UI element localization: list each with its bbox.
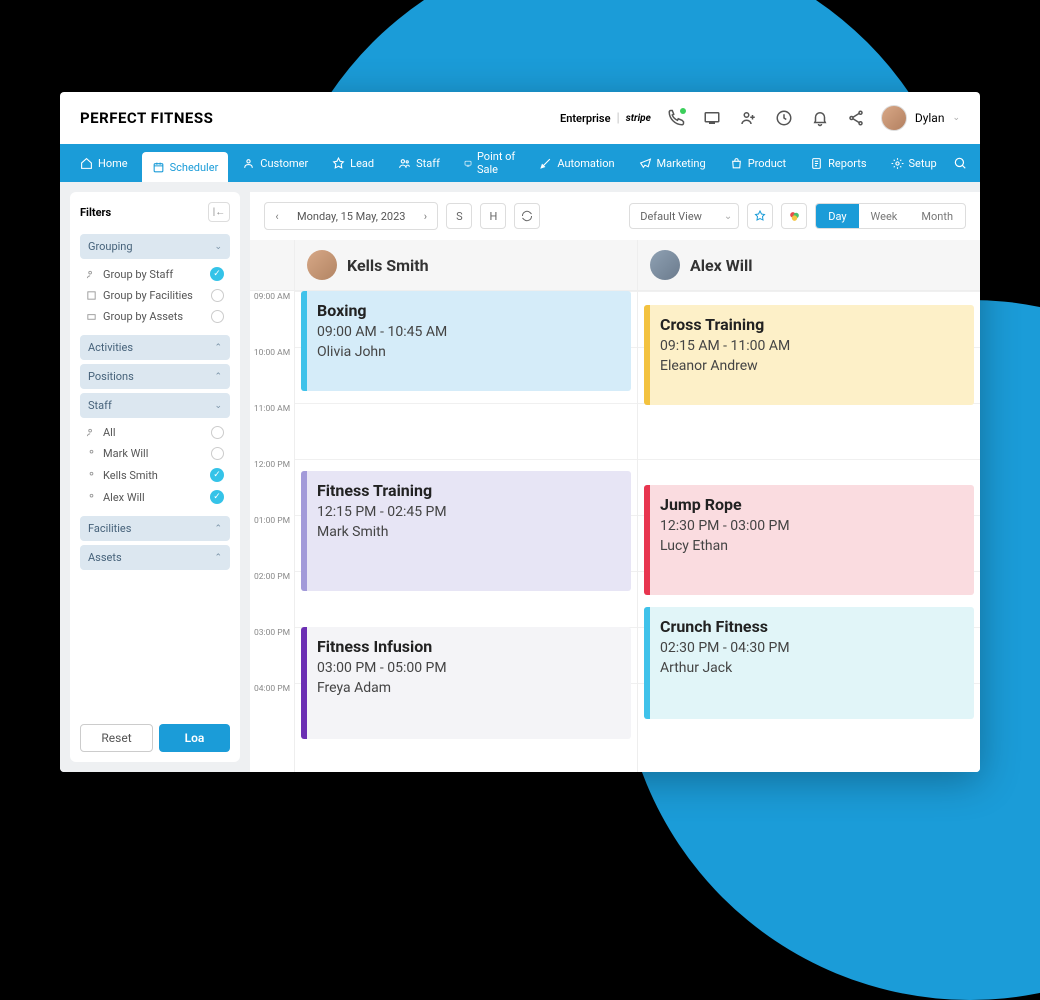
prev-day[interactable]: ‹ xyxy=(265,203,289,229)
time-label: 10:00 AM xyxy=(250,347,294,403)
chevron-up-icon: ⌃ xyxy=(214,553,222,563)
opt-group-assets[interactable]: Group by Assets xyxy=(80,306,230,327)
call-icon[interactable] xyxy=(665,107,687,129)
column-kells: Kells Smith xyxy=(294,240,637,290)
section-grouping[interactable]: Grouping⌄ xyxy=(80,234,230,259)
toolbar: ‹ Monday, 15 May, 2023 › S H Default Vie… xyxy=(250,192,980,240)
chevron-down-icon: ⌄ xyxy=(952,113,960,123)
header: PERFECT FITNESS Enterprise | stripe Dyla… xyxy=(60,92,980,144)
time-label: 04:00 PM xyxy=(250,683,294,739)
day-column-kells: Boxing09:00 AM - 10:45 AMOlivia John Fit… xyxy=(294,291,637,772)
section-positions[interactable]: Positions⌃ xyxy=(80,364,230,389)
day-column-alex: Cross Training09:15 AM - 11:00 AMEleanor… xyxy=(637,291,980,772)
view-select[interactable]: Default View xyxy=(629,203,739,229)
event-fitness-training[interactable]: Fitness Training12:15 PM - 02:45 PMMark … xyxy=(301,471,631,591)
app-window: PERFECT FITNESS Enterprise | stripe Dyla… xyxy=(60,92,980,772)
nav-staff[interactable]: Staff xyxy=(388,144,450,182)
chevron-up-icon: ⌃ xyxy=(214,524,222,534)
time-label: 01:00 PM xyxy=(250,515,294,571)
event-jump-rope[interactable]: Jump Rope12:30 PM - 03:00 PMLucy Ethan xyxy=(644,485,974,595)
avatar xyxy=(650,250,680,280)
event-crunch-fitness[interactable]: Crunch Fitness02:30 PM - 04:30 PMArthur … xyxy=(644,607,974,719)
filters-sidebar: Filters |← Grouping⌄ Group by Staff✓ Gro… xyxy=(60,182,250,772)
chevron-up-icon: ⌃ xyxy=(214,343,222,353)
refresh-button[interactable] xyxy=(514,203,540,229)
s-button[interactable]: S xyxy=(446,203,472,229)
next-day[interactable]: › xyxy=(413,203,437,229)
nav-automation[interactable]: Automation xyxy=(529,144,624,182)
opt-staff-all[interactable]: All xyxy=(80,422,230,443)
reset-button[interactable]: Reset xyxy=(80,724,153,752)
nav-customer[interactable]: Customer xyxy=(232,144,318,182)
nav-reports[interactable]: Reports xyxy=(800,144,876,182)
view-month[interactable]: Month xyxy=(909,204,965,228)
nav-home[interactable]: Home xyxy=(70,144,138,182)
calendar-grid: 09:00 AM 10:00 AM 11:00 AM 12:00 PM 01:0… xyxy=(250,291,980,772)
check-icon: ✓ xyxy=(210,490,224,504)
time-label: 02:00 PM xyxy=(250,571,294,627)
nav-lead[interactable]: Lead xyxy=(322,144,384,182)
plan-selector[interactable]: Enterprise | stripe xyxy=(556,111,651,126)
scheduler-main: ‹ Monday, 15 May, 2023 › S H Default Vie… xyxy=(250,192,980,772)
collapse-button[interactable]: |← xyxy=(208,202,230,222)
check-icon: ✓ xyxy=(210,468,224,482)
opt-group-staff[interactable]: Group by Staff✓ xyxy=(80,263,230,285)
time-label: 12:00 PM xyxy=(250,459,294,515)
clock-icon[interactable] xyxy=(773,107,795,129)
nav-search[interactable] xyxy=(951,156,970,170)
section-staff[interactable]: Staff⌄ xyxy=(80,393,230,418)
brand: PERFECT FITNESS xyxy=(80,109,213,127)
star-button[interactable] xyxy=(747,203,773,229)
time-label: 03:00 PM xyxy=(250,627,294,683)
event-cross-training[interactable]: Cross Training09:15 AM - 11:00 AMEleanor… xyxy=(644,305,974,405)
bell-icon[interactable] xyxy=(809,107,831,129)
view-week[interactable]: Week xyxy=(859,204,910,228)
opt-staff-mark[interactable]: Mark Will xyxy=(80,443,230,464)
avatar xyxy=(881,105,907,131)
load-button[interactable]: Loa xyxy=(159,724,230,752)
chevron-down-icon: ⌄ xyxy=(214,242,222,252)
nav-pos[interactable]: Point of Sale xyxy=(454,144,525,182)
opt-staff-alex[interactable]: Alex Will✓ xyxy=(80,486,230,508)
event-fitness-infusion[interactable]: Fitness Infusion03:00 PM - 05:00 PMFreya… xyxy=(301,627,631,739)
nav-marketing[interactable]: Marketing xyxy=(629,144,716,182)
h-button[interactable]: H xyxy=(480,203,506,229)
check-icon: ✓ xyxy=(210,267,224,281)
avatar xyxy=(307,250,337,280)
column-alex: Alex Will xyxy=(637,240,980,290)
nav-product[interactable]: Product xyxy=(720,144,796,182)
chevron-up-icon: ⌃ xyxy=(214,372,222,382)
palette-button[interactable] xyxy=(781,203,807,229)
time-label: 09:00 AM xyxy=(250,291,294,347)
filters-title: Filters xyxy=(80,206,111,219)
event-boxing[interactable]: Boxing09:00 AM - 10:45 AMOlivia John xyxy=(301,291,631,391)
add-user-icon[interactable] xyxy=(737,107,759,129)
date-label[interactable]: Monday, 15 May, 2023 xyxy=(289,210,413,223)
view-toggle: Day Week Month xyxy=(815,203,966,229)
main-nav: Home Scheduler Customer Lead Staff Point… xyxy=(60,144,980,182)
nav-scheduler[interactable]: Scheduler xyxy=(142,152,229,182)
nav-setup[interactable]: Setup xyxy=(881,144,947,182)
queue-icon[interactable] xyxy=(701,107,723,129)
time-label: 11:00 AM xyxy=(250,403,294,459)
section-activities[interactable]: Activities⌃ xyxy=(80,335,230,360)
section-assets[interactable]: Assets⌃ xyxy=(80,545,230,570)
opt-group-facilities[interactable]: Group by Facilities xyxy=(80,285,230,306)
share-icon[interactable] xyxy=(845,107,867,129)
opt-staff-kells[interactable]: Kells Smith✓ xyxy=(80,464,230,486)
section-facilities[interactable]: Facilities⌃ xyxy=(80,516,230,541)
chevron-down-icon: ⌄ xyxy=(214,401,222,411)
view-day[interactable]: Day xyxy=(816,204,858,228)
user-menu[interactable]: Dylan ⌄ xyxy=(881,105,960,131)
